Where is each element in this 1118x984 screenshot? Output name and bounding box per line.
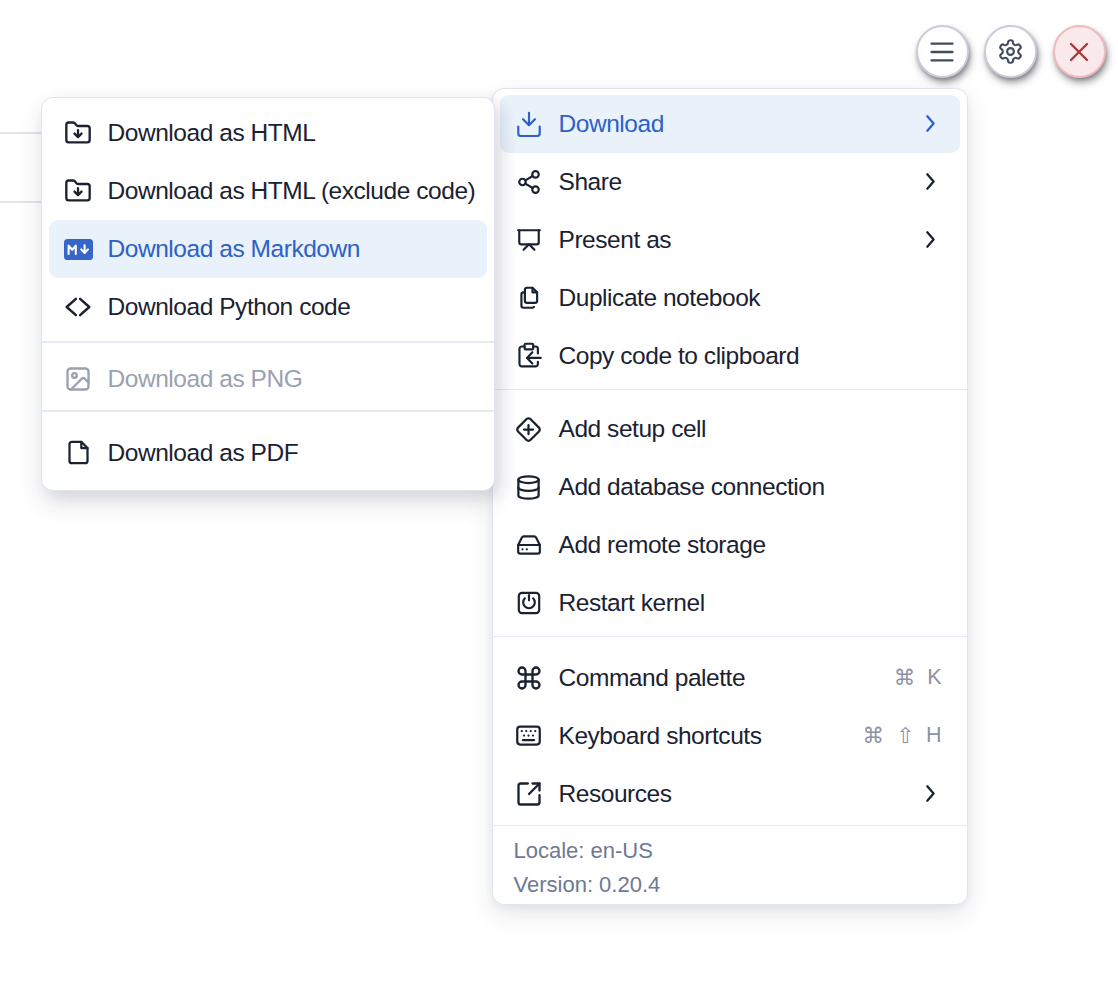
menu-item-add-setup-cell[interactable]: Add setup cell xyxy=(500,400,960,458)
menu-item-label: Keyboard shortcuts xyxy=(559,722,762,750)
menu-item-copy-code-to-clipboard[interactable]: Copy code to clipboard xyxy=(500,327,960,385)
menu-item-command-palette[interactable]: Command palette⌘K xyxy=(500,649,960,707)
menu-item-label: Copy code to clipboard xyxy=(559,342,800,370)
menu-item-download-as-markdown[interactable]: Download as Markdown xyxy=(49,220,488,278)
shutdown-button[interactable] xyxy=(1053,25,1106,78)
folder-down-icon xyxy=(64,177,93,206)
file-icon xyxy=(64,438,93,467)
menu-item-download-as-html[interactable]: Download as HTML xyxy=(49,104,488,162)
menu-item-present-as[interactable]: Present as xyxy=(500,211,960,269)
menu-item-add-database-connection[interactable]: Add database connection xyxy=(500,458,960,516)
menu-item-download-as-png: Download as PNG xyxy=(49,350,488,408)
shortcut-key: ⇧ xyxy=(896,723,914,749)
notebook-menu-button[interactable] xyxy=(916,25,969,78)
menu-item-add-remote-storage[interactable]: Add remote storage xyxy=(500,516,960,574)
menu-item-label: Download as HTML xyxy=(108,119,316,147)
menu-item-label: Download as PNG xyxy=(108,365,303,393)
menu-footer: Locale: en-USVersion: 0.20.4 xyxy=(500,826,960,903)
drive-icon xyxy=(517,533,541,557)
menu-item-label: Download xyxy=(559,110,664,138)
command-icon xyxy=(517,666,541,690)
menu-item-keyboard-shortcuts[interactable]: Keyboard shortcuts ⌘ ⇧ H xyxy=(500,707,960,765)
menu-item-label: Command palette xyxy=(559,664,746,692)
shortcut-key: ⌘ xyxy=(894,665,916,691)
page-content-line xyxy=(0,201,41,203)
menu-item-restart-kernel[interactable]: Restart kernel xyxy=(500,574,960,632)
database-icon xyxy=(517,475,541,499)
close-icon xyxy=(1062,35,1096,69)
menu-item-download-as-pdf[interactable]: Download as PDF xyxy=(49,424,488,482)
presentation-icon xyxy=(517,228,541,252)
shortcut-hint: ⌘ ⇧ H xyxy=(862,723,941,749)
menu-item-label: Add remote storage xyxy=(559,531,766,559)
menu-item-label: Add setup cell xyxy=(559,415,707,443)
chevron-right-icon xyxy=(925,230,936,249)
menu-separator xyxy=(42,341,495,343)
menu-item-label: Download as HTML (exclude code) xyxy=(108,177,476,205)
menu-item-label: Download as Markdown xyxy=(108,235,360,263)
page-content-line xyxy=(0,132,41,134)
image-icon xyxy=(64,365,93,394)
shortcut-hint: ⌘K xyxy=(894,665,942,691)
menu-item-resources[interactable]: Resources xyxy=(500,765,960,823)
notebook-actions-menu: Download Share Present as Duplicate noteboo… xyxy=(492,88,968,906)
clipboard-copy-icon xyxy=(517,344,541,368)
markdown-icon xyxy=(64,235,93,264)
menu-item-label: Download as PDF xyxy=(108,439,299,467)
download-submenu: Download as HTML Download as HTML (exclud… xyxy=(41,97,496,491)
menu-item-label: Duplicate notebook xyxy=(559,284,761,312)
code-icon xyxy=(64,293,93,322)
menu-separator xyxy=(42,410,495,412)
chevron-right-icon xyxy=(925,784,936,803)
chevron-right-icon xyxy=(925,172,936,191)
menu-footer-line: Version: 0.20.4 xyxy=(514,868,960,903)
menu-item-download-as-html-exclude-code[interactable]: Download as HTML (exclude code) xyxy=(49,162,488,220)
settings-button[interactable] xyxy=(984,25,1037,78)
hamburger-icon xyxy=(927,37,957,67)
share-icon xyxy=(517,170,541,194)
menu-footer-line: Locale: en-US xyxy=(514,834,960,869)
square-power-icon xyxy=(517,591,541,615)
diamond-plus-icon xyxy=(517,417,541,441)
chevron-right-icon xyxy=(925,114,936,133)
download-icon xyxy=(517,112,541,136)
menu-item-label: Download Python code xyxy=(108,293,351,321)
menu-item-label: Add database connection xyxy=(559,473,825,501)
menu-item-label: Present as xyxy=(559,226,672,254)
menu-item-label: Share xyxy=(559,168,622,196)
shortcut-key: H xyxy=(926,723,942,749)
menu-item-share[interactable]: Share xyxy=(500,153,960,211)
shortcut-key: K xyxy=(927,665,941,691)
duplicate-icon xyxy=(517,286,541,310)
menu-item-download-python-code[interactable]: Download Python code xyxy=(49,278,488,336)
menu-separator xyxy=(493,636,967,638)
keyboard-icon xyxy=(517,724,541,748)
menu-item-download[interactable]: Download xyxy=(500,95,960,153)
menu-item-label: Resources xyxy=(559,780,672,808)
menu-item-duplicate-notebook[interactable]: Duplicate notebook xyxy=(500,269,960,327)
menu-item-label: Restart kernel xyxy=(559,589,705,617)
gear-icon xyxy=(997,38,1024,65)
external-link-icon xyxy=(517,782,541,806)
shortcut-key: ⌘ xyxy=(862,723,884,749)
marimo-notebook-page: Download Share Present as Duplicate noteboo… xyxy=(0,0,1118,984)
folder-down-icon xyxy=(64,119,93,148)
menu-separator xyxy=(493,389,967,391)
